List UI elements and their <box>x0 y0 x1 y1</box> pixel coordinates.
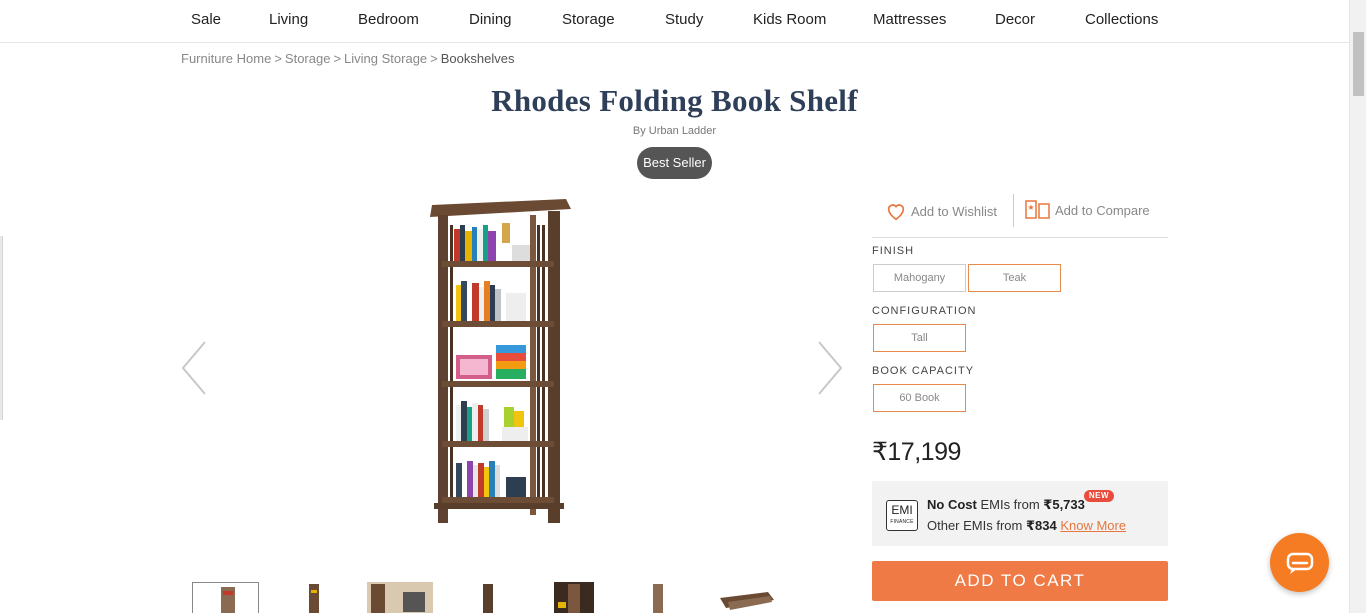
nav-item-bedroom[interactable]: Bedroom <box>358 11 419 28</box>
breadcrumb: Furniture Home > Storage > Living Storage > Bo… <box>181 51 514 66</box>
no-cost-label: No Cost <box>927 497 977 512</box>
other-emi-amount: ₹834 <box>1025 518 1057 533</box>
thumbnail-4[interactable] <box>478 582 498 613</box>
product-gallery <box>181 185 843 570</box>
no-cost-emi-amount: ₹5,733 <box>1043 497 1085 512</box>
wishlist-label: Add to Wishlist <box>911 203 997 219</box>
chat-icon <box>1286 552 1314 574</box>
breadcrumb-furniture-home[interactable]: Furniture Home <box>181 51 271 66</box>
nav-item-study[interactable]: Study <box>665 11 703 28</box>
thumbnail-6[interactable] <box>650 582 666 613</box>
gallery-prev-arrow[interactable] <box>181 340 211 396</box>
scrollbar-thumb[interactable] <box>1353 32 1364 96</box>
page-scrollbar[interactable] <box>1349 0 1366 613</box>
product-brand: By Urban Ladder <box>632 125 717 137</box>
emi-icon-text: EMI <box>891 503 913 517</box>
emi-info-box: EMI FINANCE No Cost EMIs from ₹5,733 NEW… <box>872 481 1168 546</box>
side-feedback-tab[interactable] <box>0 236 3 420</box>
thumbnail-1[interactable] <box>192 582 259 613</box>
add-to-compare-button[interactable]: ★ Add to Compare <box>1025 200 1150 220</box>
breadcrumb-bookshelves[interactable]: Bookshelves <box>441 51 515 66</box>
product-main-image[interactable] <box>426 195 576 525</box>
chevron-right-icon <box>818 341 843 395</box>
configuration-option-tall[interactable]: Tall <box>873 324 966 352</box>
capacity-option-60-book[interactable]: 60 Book <box>873 384 966 412</box>
configuration-label: CONFIGURATION <box>872 305 977 317</box>
nav-item-dining[interactable]: Dining <box>469 11 512 28</box>
top-nav: Sale Living Bedroom Dining Storage Study… <box>0 0 1349 43</box>
actions-divider <box>1013 194 1014 227</box>
chevron-left-icon <box>181 341 206 395</box>
finish-label: FINISH <box>872 245 915 257</box>
nav-item-collections[interactable]: Collections <box>1085 11 1158 28</box>
breadcrumb-separator: > <box>274 51 282 66</box>
nav-item-mattresses[interactable]: Mattresses <box>873 11 946 28</box>
best-seller-badge: Best Seller <box>637 147 712 179</box>
no-cost-emi-from: EMIs from <box>976 497 1044 512</box>
know-more-link[interactable]: Know More <box>1060 518 1126 533</box>
gallery-next-arrow[interactable] <box>813 340 843 396</box>
thumbnail-2[interactable] <box>304 582 324 613</box>
compare-icon: ★ <box>1025 200 1050 219</box>
chat-button[interactable] <box>1270 533 1329 592</box>
emi-finance-icon: EMI FINANCE <box>886 500 918 531</box>
bookshelf-image <box>430 199 571 523</box>
thumbnail-strip <box>192 582 792 613</box>
add-to-cart-button[interactable]: ADD TO CART <box>872 561 1168 601</box>
nav-item-kids-room[interactable]: Kids Room <box>753 11 826 28</box>
book-capacity-label: BOOK CAPACITY <box>872 365 975 377</box>
finish-option-teak[interactable]: Teak <box>968 264 1061 292</box>
new-badge: NEW <box>1084 490 1114 502</box>
compare-label: Add to Compare <box>1055 202 1150 218</box>
thumbnail-5[interactable] <box>554 582 594 613</box>
add-to-wishlist-button[interactable]: Add to Wishlist <box>885 200 997 222</box>
breadcrumb-separator: > <box>333 51 342 66</box>
breadcrumb-storage[interactable]: Storage <box>285 51 331 66</box>
no-cost-emi-text: No Cost EMIs from ₹5,733 <box>927 497 1085 513</box>
nav-item-sale[interactable]: Sale <box>191 11 221 28</box>
emi-icon-subtext: FINANCE <box>890 519 914 525</box>
nav-item-decor[interactable]: Decor <box>995 11 1035 28</box>
breadcrumb-living-storage[interactable]: Living Storage <box>344 51 427 66</box>
thumbnail-3[interactable] <box>367 582 433 613</box>
other-emi-text: Other EMIs from ₹834 Know More <box>927 518 1126 534</box>
product-title: Rhodes Folding Book Shelf <box>491 83 858 118</box>
other-emi-from: Other EMIs from <box>927 518 1026 533</box>
nav-item-living[interactable]: Living <box>269 11 308 28</box>
heart-icon <box>887 204 905 221</box>
svg-text:★: ★ <box>1027 203 1034 212</box>
product-actions: Add to Wishlist ★ Add to Compare <box>872 193 1168 238</box>
thumbnail-7[interactable] <box>718 582 776 613</box>
finish-option-mahogany[interactable]: Mahogany <box>873 264 966 292</box>
breadcrumb-separator: > <box>430 51 438 66</box>
product-price: ₹17,199 <box>872 438 961 466</box>
nav-item-storage[interactable]: Storage <box>562 11 615 28</box>
